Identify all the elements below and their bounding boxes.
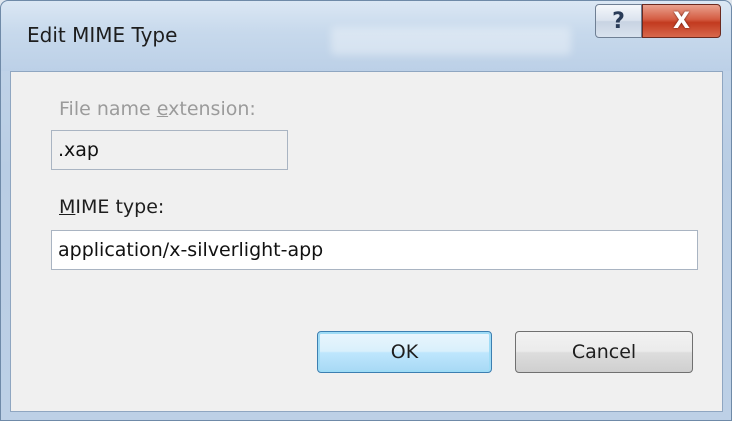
extension-label: File name extension:	[59, 98, 256, 120]
close-button[interactable]: X	[642, 4, 721, 38]
mime-label-accel: M	[59, 196, 76, 218]
edit-mime-type-dialog: Edit MIME Type ? X File name extension: …	[0, 0, 732, 421]
mime-label-post: IME type:	[75, 196, 165, 218]
dialog-body: File name extension: .xap MIME type: app…	[10, 71, 723, 412]
extension-label-accel: e	[156, 98, 169, 120]
cancel-button[interactable]: Cancel	[515, 331, 693, 373]
title-bar[interactable]: Edit MIME Type ? X	[1, 1, 731, 71]
extension-label-post: xtension:	[168, 98, 256, 120]
dialog-title: Edit MIME Type	[27, 23, 178, 47]
close-icon: X	[673, 8, 690, 34]
extension-field[interactable]: .xap	[51, 130, 288, 170]
title-bar-glass	[331, 27, 571, 55]
help-button[interactable]: ?	[595, 4, 642, 38]
ok-button[interactable]: OK	[317, 331, 492, 373]
help-icon: ?	[612, 8, 625, 34]
mime-type-field[interactable]: application/x-silverlight-app	[51, 230, 698, 270]
extension-label-pre: File name	[59, 98, 157, 120]
mime-type-label: MIME type:	[59, 196, 164, 218]
